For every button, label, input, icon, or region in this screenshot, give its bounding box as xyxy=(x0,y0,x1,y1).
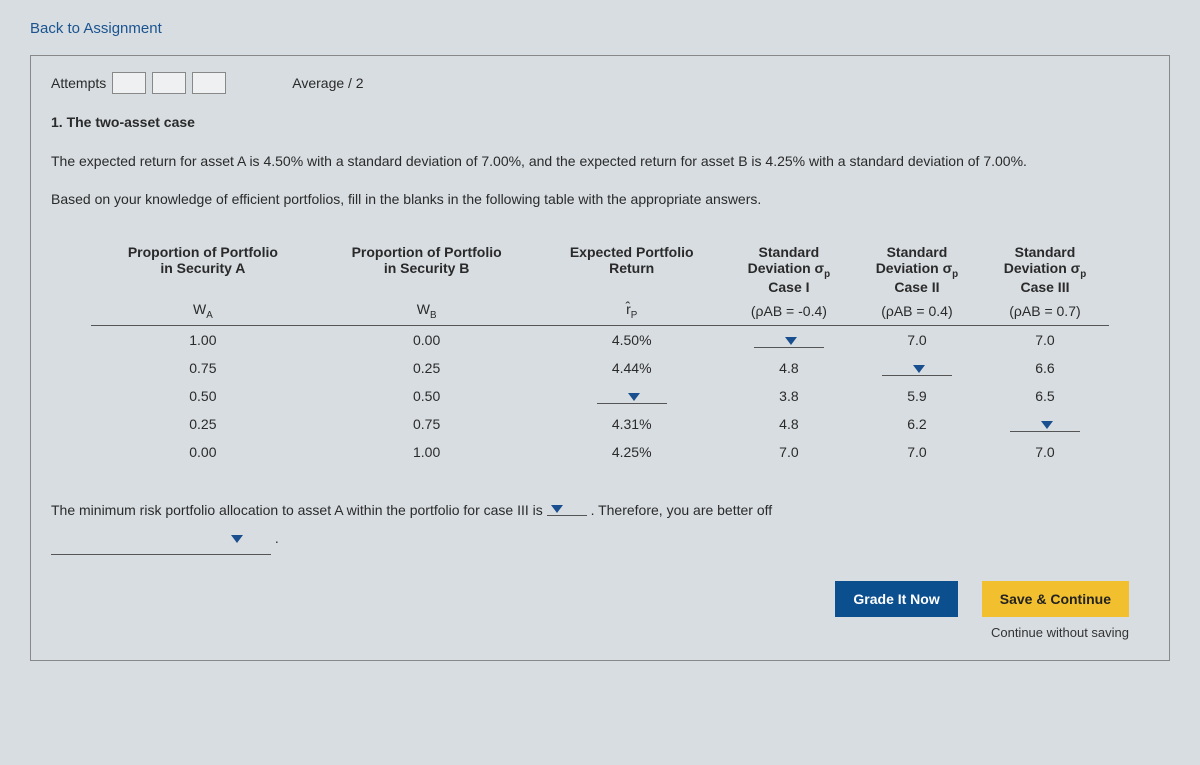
cell-wb: 0.25 xyxy=(315,354,539,382)
subheader-wb: WB xyxy=(315,297,539,325)
cell-wb: 0.50 xyxy=(315,382,539,410)
cell-rp: 4.25% xyxy=(539,438,725,466)
cell-c2: 7.0 xyxy=(853,326,981,354)
cell-c2: 5.9 xyxy=(853,382,981,410)
chevron-down-icon xyxy=(551,505,563,513)
dropdown-r2-rp[interactable] xyxy=(597,393,667,404)
cell-c3: 7.0 xyxy=(981,438,1109,466)
table-row: 0.00 1.00 4.25% 7.0 7.0 7.0 xyxy=(91,438,1109,466)
dropdown-allocation[interactable] xyxy=(547,505,587,516)
subheader-wa: WA xyxy=(91,297,315,325)
grade-it-now-button[interactable]: Grade It Now xyxy=(835,581,957,617)
cell-wa: 1.00 xyxy=(91,326,315,354)
assignment-panel: Attempts Average / 2 1. The two-asset ca… xyxy=(30,55,1170,661)
chevron-down-icon xyxy=(231,535,243,543)
col-header-propA: Proportion of Portfolioin Security A xyxy=(91,242,315,298)
dropdown-better-off[interactable] xyxy=(51,524,271,555)
col-header-sd2: StandardDeviation σpCase II xyxy=(853,242,981,298)
dropdown-r3-c3[interactable] xyxy=(1010,421,1080,432)
portfolio-table-area: Proportion of Portfolioin Security A Pro… xyxy=(51,242,1149,466)
sentence-part1: The minimum risk portfolio allocation to… xyxy=(51,502,547,518)
table-row: 0.75 0.25 4.44% 4.8 6.6 xyxy=(91,354,1109,382)
cell-rp: 4.44% xyxy=(539,354,725,382)
fill-in-sentence: The minimum risk portfolio allocation to… xyxy=(51,496,1149,555)
attempt-box-1 xyxy=(112,72,146,94)
cell-wa: 0.25 xyxy=(91,410,315,438)
portfolio-table: Proportion of Portfolioin Security A Pro… xyxy=(91,242,1109,466)
chevron-down-icon xyxy=(1041,421,1053,429)
chevron-down-icon xyxy=(785,337,797,345)
cell-c1: 7.0 xyxy=(725,438,853,466)
cell-c2: 6.2 xyxy=(853,410,981,438)
paragraph-1: The expected return for asset A is 4.50%… xyxy=(51,150,1149,174)
cell-wb: 1.00 xyxy=(315,438,539,466)
dropdown-r0-c1[interactable] xyxy=(754,337,824,348)
sentence-part3: . xyxy=(275,530,279,546)
cell-c1: 4.8 xyxy=(725,410,853,438)
cell-c1: 4.8 xyxy=(725,354,853,382)
cell-c3: 7.0 xyxy=(981,326,1109,354)
paragraph-2: Based on your knowledge of efficient por… xyxy=(51,188,1149,212)
col-header-propB: Proportion of Portfolioin Security B xyxy=(315,242,539,298)
cell-rp: 4.50% xyxy=(539,326,725,354)
sentence-part2: . Therefore, you are better off xyxy=(591,502,773,518)
back-to-assignment-link[interactable]: Back to Assignment xyxy=(30,20,162,37)
save-continue-button[interactable]: Save & Continue xyxy=(982,581,1129,617)
attempts-row: Attempts Average / 2 xyxy=(51,72,1149,94)
section-heading: 1. The two-asset case xyxy=(51,114,1149,130)
chevron-down-icon xyxy=(628,393,640,401)
subheader-pab2: (ρAB = 0.4) xyxy=(853,297,981,325)
continue-without-saving-link[interactable]: Continue without saving xyxy=(991,625,1129,640)
cell-wb: 0.00 xyxy=(315,326,539,354)
dropdown-r1-c2[interactable] xyxy=(882,365,952,376)
cell-wa: 0.75 xyxy=(91,354,315,382)
cell-rp: 4.31% xyxy=(539,410,725,438)
attempt-box-2 xyxy=(152,72,186,94)
subheader-rp: r̂P xyxy=(539,297,725,325)
chevron-down-icon xyxy=(913,365,925,373)
cell-c2: 7.0 xyxy=(853,438,981,466)
cell-wb: 0.75 xyxy=(315,410,539,438)
cell-c3: 6.5 xyxy=(981,382,1109,410)
cell-c3: 6.6 xyxy=(981,354,1109,382)
average-label: Average / 2 xyxy=(292,75,363,91)
subheader-pab3: (ρAB = 0.7) xyxy=(981,297,1109,325)
cell-wa: 0.00 xyxy=(91,438,315,466)
table-row: 0.25 0.75 4.31% 4.8 6.2 xyxy=(91,410,1109,438)
col-header-sd1: StandardDeviation σpCase I xyxy=(725,242,853,298)
subheader-pab1: (ρAB = -0.4) xyxy=(725,297,853,325)
col-header-sd3: StandardDeviation σpCase III xyxy=(981,242,1109,298)
cell-wa: 0.50 xyxy=(91,382,315,410)
attempts-label: Attempts xyxy=(51,75,106,91)
col-header-return: Expected PortfolioReturn xyxy=(539,242,725,298)
button-row: Grade It Now Save & Continue Continue wi… xyxy=(51,581,1149,640)
attempt-box-3 xyxy=(192,72,226,94)
cell-c1: 3.8 xyxy=(725,382,853,410)
table-row: 1.00 0.00 4.50% 7.0 7.0 xyxy=(91,326,1109,354)
table-row: 0.50 0.50 3.8 5.9 6.5 xyxy=(91,382,1109,410)
